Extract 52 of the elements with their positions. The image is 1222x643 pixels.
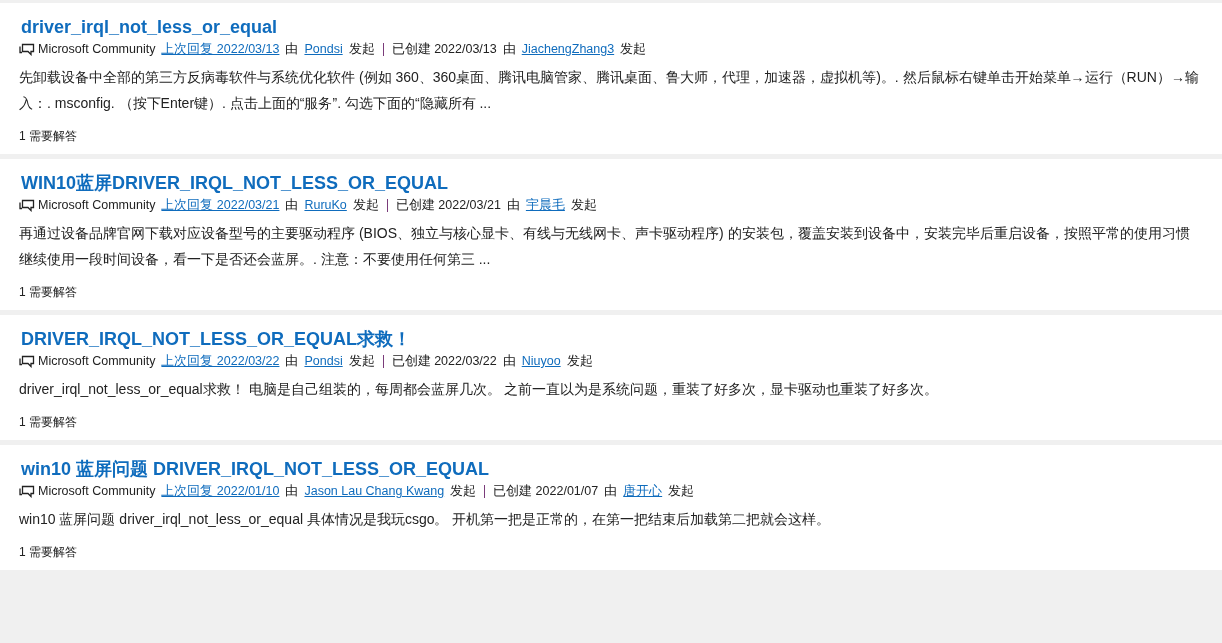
started-label: 发起 [352, 197, 379, 214]
started-label: 发起 [570, 197, 597, 214]
by-label: 由 [506, 197, 520, 214]
result-title-link[interactable]: win10 蓝屏问题 DRIVER_IRQL_NOT_LESS_OR_EQUAL [21, 457, 490, 481]
source-label: Microsoft Community [38, 197, 156, 214]
user-link[interactable]: RuruKo [304, 196, 347, 214]
last-reply-link[interactable]: 上次回复 2022/03/22 [161, 352, 280, 370]
result-title-link[interactable]: WIN10蓝屏DRIVER_IRQL_NOT_LESS_OR_EQUAL [21, 171, 449, 195]
source-label: Microsoft Community [38, 353, 156, 370]
started-label: 发起 [348, 41, 375, 58]
user-link[interactable]: Niuyoo [521, 352, 561, 370]
result-snippet: 先卸载设备中全部的第三方反病毒软件与系统优化软件 (例如 360、360桌面、腾讯电脑管家、腾讯桌面、鲁大师，代理，加速器，虚拟机等)。. 然后鼠标右键单击开始菜单→运行（RUN）→输入：. msconfig. （按下Enter键）. 点击上面的“服务”. 勾选下面的“隐藏所有 ... [19, 68, 1200, 113]
started-label: 发起 [450, 483, 477, 500]
created-date: 已创建 2022/03/21 [395, 197, 501, 214]
user-link[interactable]: 宇晨毛 [525, 196, 565, 214]
user-link[interactable]: Pondsi [304, 352, 343, 370]
result-title-link[interactable]: driver_irql_not_less_or_equal [21, 15, 278, 39]
created-date: 已创建 2022/03/13 [391, 41, 497, 58]
result-snippet: win10 蓝屏问题 driver_irql_not_less_or_equal 具体情况是我玩csgo。 开机第一把是正常的，在第一把结束后加载第二把就会这样。 [19, 510, 832, 529]
result-snippet: 再通过设备品牌官网下载对应设备型号的主要驱动程序 (BIOS、独立与核心显卡、有线与无线网卡、声卡驱动程序) 的安装包，覆盖安装到设备中，安装完毕后重启设备，按照平常的使用习惯继续使用一段时间设备，看一下是否还会蓝屏。. 注意：不要使用任何第三 ... [19, 224, 1191, 269]
user-link[interactable]: Jason Lau Chang Kwang [304, 482, 445, 500]
speech-bubble-icon [19, 354, 35, 368]
by-label: 由 [285, 197, 299, 214]
user-link[interactable]: 唐开心 [623, 482, 663, 500]
by-label: 由 [502, 41, 516, 58]
result-snippet: driver_irql_not_less_or_equal求救！ 电脑是自己组装的，每周都会蓝屏几次。 之前一直以为是系统问题，重装了好多次，显卡驱动也重装了好多次。 [19, 380, 940, 399]
last-reply-link[interactable]: 上次回复 2022/03/21 [161, 196, 280, 214]
speech-bubble-icon [19, 484, 35, 498]
started-label: 发起 [566, 353, 593, 370]
user-link[interactable]: Pondsi [304, 40, 343, 58]
by-label: 由 [285, 353, 299, 370]
answer-count: 1 需要解答 [19, 544, 78, 560]
started-label: 发起 [348, 353, 375, 370]
by-label: 由 [285, 483, 299, 500]
by-label: 由 [604, 483, 618, 500]
user-link[interactable]: JiachengZhang3 [521, 40, 615, 58]
started-label: 发起 [668, 483, 695, 500]
by-label: 由 [502, 353, 516, 370]
result-title-link[interactable]: DRIVER_IRQL_NOT_LESS_OR_EQUAL求救！ [21, 327, 412, 351]
last-reply-link[interactable]: 上次回复 2022/03/13 [161, 40, 280, 58]
source-label: Microsoft Community [38, 41, 156, 58]
answer-count: 1 需要解答 [19, 128, 78, 144]
by-label: 由 [285, 41, 299, 58]
created-date: 已创建 2022/03/22 [391, 353, 497, 370]
created-date: 已创建 2022/01/07 [493, 483, 599, 500]
source-label: Microsoft Community [38, 483, 156, 500]
last-reply-link[interactable]: 上次回复 2022/01/10 [161, 482, 280, 500]
started-label: 发起 [620, 41, 647, 58]
speech-bubble-icon [19, 198, 35, 212]
answer-count: 1 需要解答 [19, 414, 78, 430]
speech-bubble-icon [19, 42, 35, 56]
answer-count: 1 需要解答 [19, 284, 78, 300]
